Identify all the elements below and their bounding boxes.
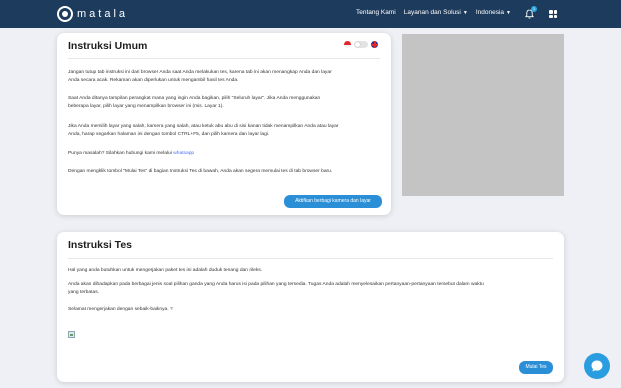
start-test-button[interactable]: Mulai Tes bbox=[519, 361, 553, 374]
enable-camera-screen-button[interactable]: Aktifkan berbagi kamera dan layar bbox=[284, 195, 382, 208]
paragraph-line: Jangan tutup tab instruksi ini dari brow… bbox=[68, 70, 332, 75]
divider bbox=[68, 258, 553, 259]
paragraph-line: Jika Anda memilih layar yang salah, kame… bbox=[68, 124, 339, 129]
paragraph-line: Selamat mengerjakan dengan sebaik-baikny… bbox=[68, 307, 173, 312]
nav-link-services-label: Layanan dan Solusi bbox=[403, 9, 461, 16]
notification-badge: 1 bbox=[531, 6, 537, 12]
brand-logo[interactable]: matala bbox=[57, 6, 128, 22]
general-instructions-title: Instruksi Umum bbox=[68, 40, 148, 52]
general-instructions-card: Instruksi Umum Jangan tutup tab instruks… bbox=[57, 33, 391, 215]
paragraph-line: Saat Anda ditanya tampilan perangkat man… bbox=[68, 96, 321, 101]
paragraph-question-types: Anda akan dihadapkan pada berbagai jenis… bbox=[68, 281, 484, 297]
paragraph-line: Anda, harap segarkan halaman ini dengan … bbox=[68, 132, 270, 137]
paragraph-line: yang terbatas. bbox=[68, 290, 99, 295]
nav-link-language-label: Indonesia bbox=[475, 9, 505, 16]
divider bbox=[68, 58, 380, 59]
toggle-knob bbox=[355, 42, 360, 47]
paragraph-requirements: Hal yang anda butuhkan untuk mengerjakan… bbox=[68, 267, 262, 275]
brand-name: matala bbox=[77, 8, 129, 20]
paragraph-start-note: Dengan mengklik tombol "Mulai Tes" di ba… bbox=[68, 168, 332, 176]
paragraph-tab-warning: Jangan tutup tab instruksi ini dari brow… bbox=[68, 69, 332, 85]
paragraph-line: Dengan mengklik tombol "Mulai Tes" di ba… bbox=[68, 169, 333, 174]
test-instructions-title: Instruksi Tes bbox=[68, 239, 132, 251]
indonesia-flag-icon[interactable] bbox=[344, 41, 351, 48]
apps-grid-icon[interactable] bbox=[549, 10, 557, 18]
uk-flag-icon[interactable] bbox=[371, 41, 378, 48]
chevron-down-icon: ▼ bbox=[462, 10, 468, 16]
broken-image-icon bbox=[68, 331, 75, 338]
paragraph-line: Anda akan dihadapkan pada berbagai jenis… bbox=[68, 282, 484, 287]
camera-preview bbox=[402, 34, 564, 196]
nav-link-services[interactable]: Layanan dan Solusi ▼ bbox=[404, 9, 468, 16]
paragraph-line: Anda secara acak. Rekaman akan diperluka… bbox=[68, 78, 239, 83]
paragraph-line: Punya masalah? Silahkan hubungi kami mel… bbox=[68, 151, 174, 156]
whatsapp-link[interactable]: whatsapp bbox=[173, 151, 194, 156]
paragraph-good-luck: Selamat mengerjakan dengan sebaik-baikny… bbox=[68, 306, 173, 314]
nav-links: Tentang Kami Layanan dan Solusi ▼ Indones… bbox=[356, 9, 511, 16]
chat-icon bbox=[591, 360, 603, 372]
paragraph-line: beberapa layar, pilih layar yang menampi… bbox=[68, 104, 224, 109]
top-navbar: matala Tentang Kami Layanan dan Solusi ▼ … bbox=[0, 0, 621, 28]
nav-link-language[interactable]: Indonesia ▼ bbox=[476, 9, 511, 16]
chat-support-button[interactable] bbox=[584, 353, 610, 379]
test-instructions-card: Instruksi Tes Hal yang anda butuhkan unt… bbox=[57, 232, 564, 382]
paragraph-line: Hal yang anda butuhkan untuk mengerjakan… bbox=[68, 268, 263, 273]
logo-icon bbox=[57, 6, 73, 22]
language-toggle[interactable] bbox=[354, 41, 368, 48]
paragraph-wrong-screen: Jika Anda memilih layar yang salah, kame… bbox=[68, 123, 339, 139]
paragraph-share-screen: Saat Anda ditanya tampilan perangkat man… bbox=[68, 95, 320, 111]
paragraph-contact: Punya masalah? Silahkan hubungi kami mel… bbox=[68, 150, 194, 158]
nav-link-about[interactable]: Tentang Kami bbox=[356, 9, 396, 16]
chevron-down-icon: ▼ bbox=[506, 10, 511, 16]
